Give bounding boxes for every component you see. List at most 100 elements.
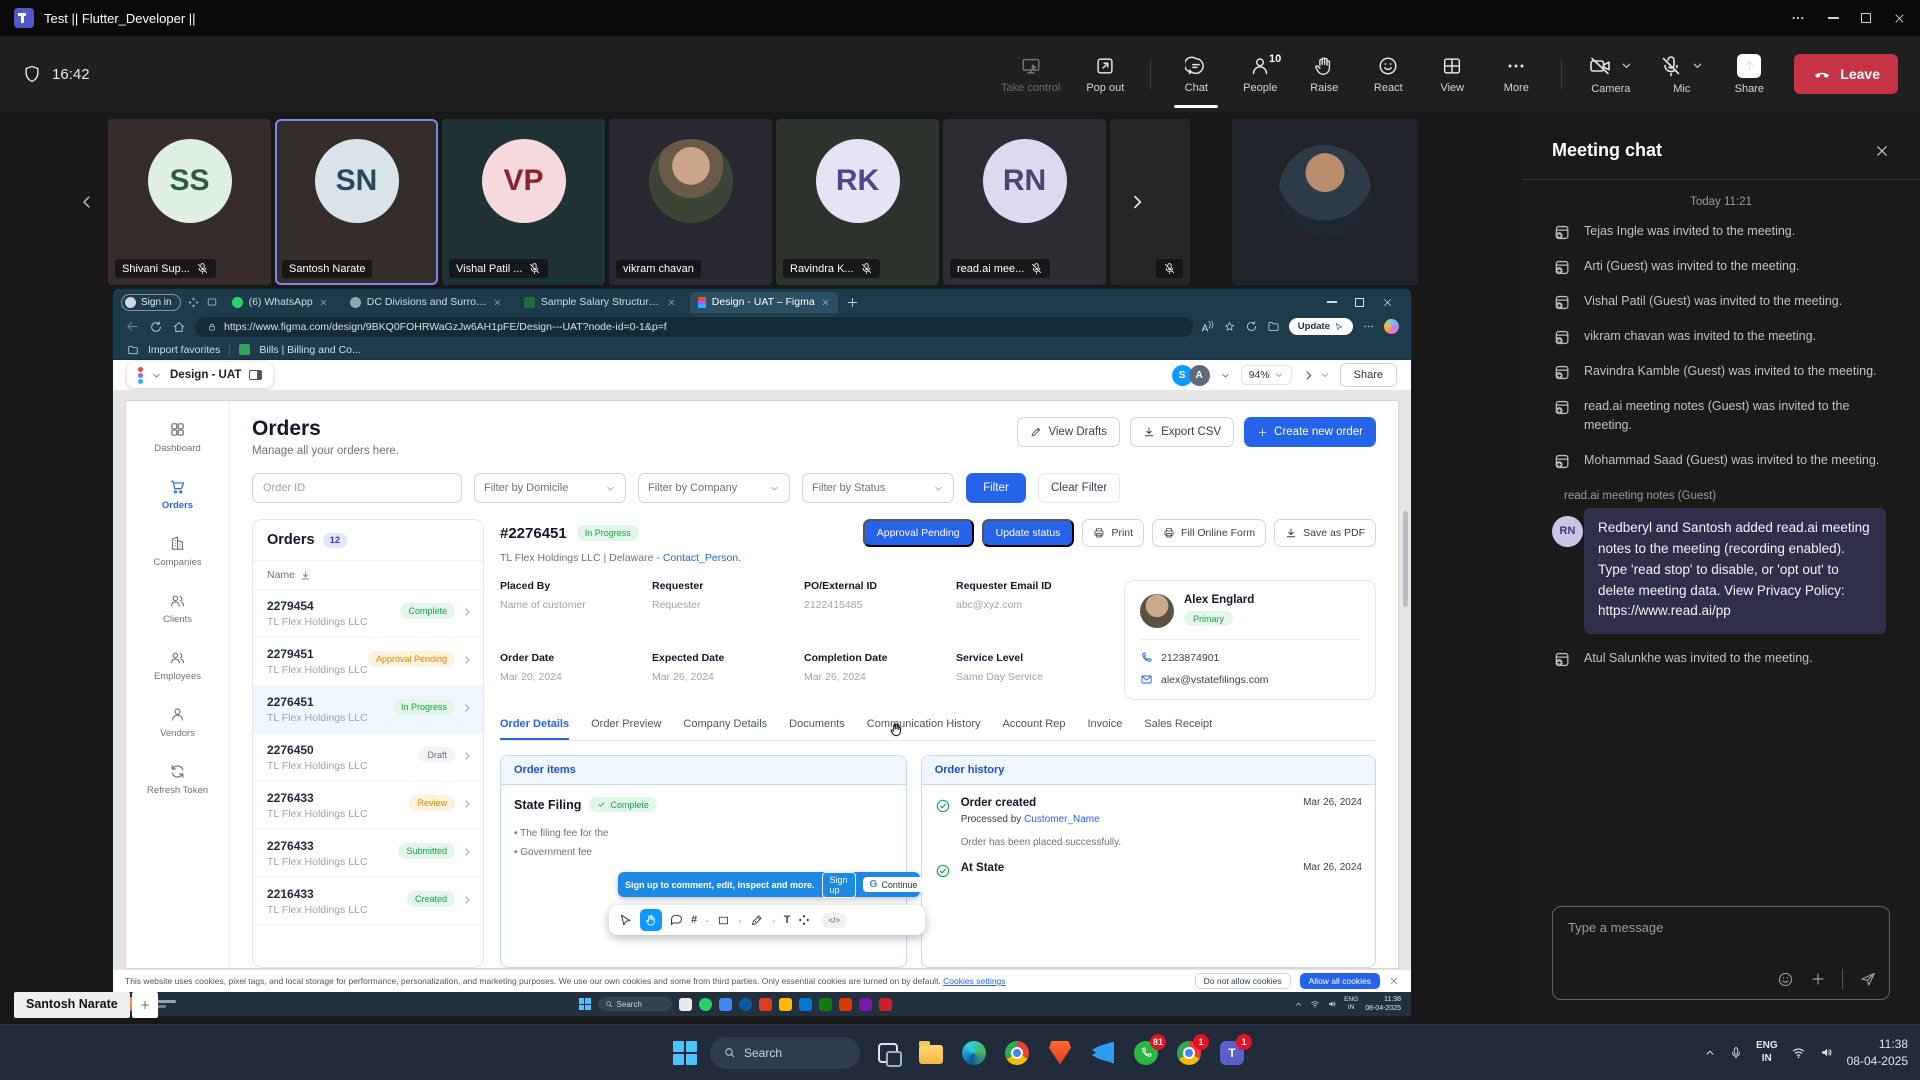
remote-edge-icon[interactable] <box>739 998 752 1011</box>
close-cookie-icon[interactable] <box>1389 976 1399 986</box>
close-tab-icon[interactable] <box>667 298 676 307</box>
filter-domicile-select[interactable]: Filter by Domicile <box>474 473 626 503</box>
sidebar-item-companies[interactable]: Companies <box>153 535 201 568</box>
chrome-profile-icon[interactable]: 1 <box>1174 1038 1204 1068</box>
raise-hand-button[interactable]: Raise <box>1305 55 1343 94</box>
save-as-pdf-button[interactable]: Save as PDF <box>1274 519 1376 547</box>
order-row[interactable]: 2276433TL Flex Holdings LLC Submitted <box>253 830 483 878</box>
tab-documents[interactable]: Documents <box>789 718 845 740</box>
tab-invoice[interactable]: Invoice <box>1087 718 1122 740</box>
strip-scroll-left-button[interactable] <box>70 119 104 285</box>
page-scrollbar[interactable] <box>1403 511 1408 607</box>
file-explorer-icon[interactable] <box>916 1038 946 1068</box>
sidebar-item-orders[interactable]: Orders <box>162 478 193 511</box>
favorite-star-icon[interactable] <box>1223 320 1236 333</box>
bills-favorite-link[interactable]: Bills | Billing and Co... <box>259 344 360 356</box>
text-tool[interactable]: T <box>784 914 791 926</box>
workspaces-icon[interactable] <box>187 296 200 309</box>
mic-chevron-icon[interactable] <box>1691 59 1704 72</box>
close-window-button[interactable] <box>1893 12 1906 25</box>
camera-button[interactable]: Camera <box>1588 54 1633 95</box>
favorites-folder-icon[interactable] <box>1267 320 1280 333</box>
tab-order-preview[interactable]: Order Preview <box>591 718 661 740</box>
language-indicator[interactable]: ENGIN <box>1756 1040 1778 1065</box>
close-tab-icon[interactable] <box>493 298 502 307</box>
remote-brave-icon[interactable] <box>759 998 772 1011</box>
allow-cookies-button[interactable]: Allow all cookies <box>1300 973 1380 989</box>
browser-close-button[interactable] <box>1382 297 1393 308</box>
react-button[interactable]: React <box>1369 55 1407 94</box>
shape-tool[interactable] <box>717 914 730 927</box>
edge-icon[interactable] <box>959 1038 989 1068</box>
leave-button[interactable]: Leave <box>1794 54 1898 94</box>
start-button[interactable] <box>673 1041 697 1065</box>
order-row[interactable]: 2216433TL Flex Holdings LLC Created <box>253 878 483 926</box>
order-row-selected[interactable]: 2276451TL Flex Holdings LLC In Progress <box>253 686 483 734</box>
figma-share-button[interactable]: Share <box>1340 363 1397 387</box>
collaborator-avatar[interactable]: A <box>1189 365 1210 386</box>
vscode-icon[interactable] <box>1088 1038 1118 1068</box>
participant-tile[interactable]: RK Ravindra K... <box>776 119 939 285</box>
close-chat-icon[interactable] <box>1874 143 1890 159</box>
sidebar-item-vendors[interactable]: Vendors <box>160 706 195 739</box>
hand-tool-active[interactable] <box>640 909 662 931</box>
people-button[interactable]: 10 People <box>1241 55 1279 94</box>
back-icon[interactable] <box>125 319 140 334</box>
view-drafts-button[interactable]: View Drafts <box>1017 417 1120 447</box>
taskbar-search-box[interactable]: Search <box>710 1037 860 1069</box>
clock[interactable]: 11:3808-04-2025 <box>1847 1036 1908 1068</box>
tray-chevron-icon[interactable] <box>1294 1000 1303 1009</box>
titlebar-more-icon[interactable] <box>1790 10 1806 26</box>
remote-teams-icon[interactable] <box>859 998 872 1011</box>
contact-email[interactable]: alex@vstatefilings.com <box>1140 673 1360 686</box>
figma-file-pill[interactable]: Design - UAT <box>127 362 273 388</box>
reload-icon[interactable] <box>149 320 163 334</box>
participant-tile[interactable]: RN read.ai mee... <box>943 119 1106 285</box>
print-button[interactable]: Print <box>1082 519 1144 547</box>
move-tool[interactable] <box>618 913 633 928</box>
browser-tab-salary-sheet[interactable]: Sample Salary Structure with calc <box>516 292 684 313</box>
filter-button[interactable]: Filter <box>966 473 1026 503</box>
sidebar-item-refresh-token[interactable]: Refresh Token <box>147 763 208 796</box>
google-continue-button[interactable]: G Continue <box>863 877 925 892</box>
contact-phone[interactable]: 2123874901 <box>1140 651 1360 664</box>
remote-search-box[interactable]: Search <box>598 997 672 1011</box>
export-csv-button[interactable]: Export CSV <box>1130 417 1234 447</box>
tab-company-details[interactable]: Company Details <box>683 718 767 740</box>
dev-mode-toggle[interactable]: </> <box>822 913 846 928</box>
more-button[interactable]: More <box>1497 55 1535 94</box>
camera-chevron-icon[interactable] <box>1620 59 1633 72</box>
spotlight-tile[interactable] <box>1232 119 1418 285</box>
component-tool[interactable] <box>797 913 811 927</box>
sidebar-item-employees[interactable]: Employees <box>154 649 201 682</box>
update-status-button[interactable]: Update status <box>982 519 1075 547</box>
browser-tab-whatsapp[interactable]: (6) WhatsApp <box>224 292 336 313</box>
browser-minimize-button[interactable] <box>1327 301 1337 303</box>
pen-tool[interactable] <box>750 913 764 927</box>
order-row[interactable]: 2276450TL Flex Holdings LLC Draft <box>253 734 483 782</box>
read-aloud-icon[interactable]: A)) <box>1202 319 1214 334</box>
view-button[interactable]: View <box>1433 55 1471 94</box>
tray-overflow-chevron-icon[interactable] <box>1704 1047 1716 1059</box>
volume-icon[interactable] <box>1819 1045 1834 1060</box>
deny-cookies-button[interactable]: Do not allow cookies <box>1195 973 1291 989</box>
zoom-control[interactable]: 94% <box>1241 365 1292 385</box>
customer-name-link[interactable]: Customer_Name <box>1024 814 1100 825</box>
sidebar-item-dashboard[interactable]: Dashboard <box>154 421 200 454</box>
tab-communication-history[interactable]: Communication History <box>867 718 981 740</box>
browser-signin-button[interactable]: Sign in <box>121 294 181 311</box>
remote-powerpoint-icon[interactable] <box>839 998 852 1011</box>
remote-chrome-icon[interactable] <box>719 998 732 1011</box>
close-tab-icon[interactable] <box>821 298 830 307</box>
tab-order-details[interactable]: Order Details <box>500 718 569 740</box>
brave-icon[interactable] <box>1045 1038 1075 1068</box>
sign-up-button[interactable]: Sign up <box>822 872 856 898</box>
participant-tile[interactable]: SS Shivani Sup... <box>108 119 271 285</box>
figma-menu-chevron-icon[interactable] <box>151 370 162 381</box>
browser-essentials-icon[interactable] <box>1245 320 1258 333</box>
sidebar-item-clients[interactable]: Clients <box>163 592 192 625</box>
participant-tile-partial[interactable] <box>1110 119 1190 285</box>
teams-icon[interactable]: T 1 <box>1217 1038 1247 1068</box>
url-field[interactable]: https://www.figma.com/design/9BKQ0FOHRWa… <box>195 317 1193 337</box>
remote-start-button[interactable] <box>579 998 591 1010</box>
